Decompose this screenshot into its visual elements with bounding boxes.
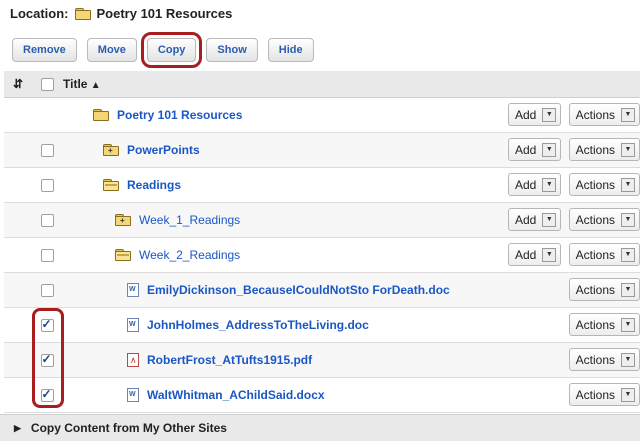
add-dropdown[interactable]: Add ▼ [507, 243, 562, 266]
row-checkbox[interactable] [40, 317, 54, 332]
chevron-down-icon: ▼ [621, 387, 635, 402]
table-row: Readings Add ▼ Actions ▼ [4, 167, 640, 202]
chevron-down-icon: ▼ [621, 177, 635, 192]
chevron-down-icon: ▼ [621, 282, 635, 297]
chevron-down-icon: ▼ [621, 352, 635, 367]
folder-plus-icon[interactable]: + [103, 143, 119, 156]
table-row: Poetry 101 Resources Add ▼ Actions ▼ [4, 97, 640, 132]
row-checkbox[interactable] [40, 178, 54, 192]
add-dropdown[interactable]: Add ▼ [507, 103, 562, 126]
table-row: RobertFrost_AtTufts1915.pdf Actions▼ [4, 342, 640, 377]
item-link[interactable]: Week_1_Readings [139, 213, 240, 227]
chevron-down-icon: ▼ [542, 107, 557, 122]
actions-dropdown[interactable]: Actions ▼ [568, 313, 640, 336]
add-dropdown[interactable]: Add ▼ [507, 173, 562, 196]
chevron-down-icon: ▼ [542, 177, 557, 192]
item-link[interactable]: Readings [127, 178, 181, 192]
select-all-checkbox[interactable] [40, 77, 54, 91]
word-doc-icon [127, 387, 139, 402]
copy-other-sites-section[interactable]: ▶ Copy Content from My Other Sites [0, 414, 640, 441]
add-dropdown[interactable]: Add ▼ [507, 138, 562, 161]
table-header: ⇵ Title ▲ [4, 71, 640, 98]
item-link[interactable]: EmilyDickinson_BecauseICouldNotSto ForDe… [147, 283, 450, 297]
actions-dropdown[interactable]: Actions ▼ [568, 138, 640, 161]
folder-open-icon[interactable] [103, 178, 119, 191]
actions-dropdown[interactable]: Actions ▼ [568, 243, 640, 266]
actions-dropdown[interactable]: Actions ▼ [568, 348, 640, 371]
chevron-down-icon: ▼ [542, 247, 557, 262]
remove-button[interactable]: Remove [12, 38, 77, 62]
item-link[interactable]: WaltWhitman_AChildSaid.docx [147, 388, 325, 402]
row-checkbox[interactable] [40, 213, 54, 227]
select-all-header [32, 71, 62, 98]
hide-button[interactable]: Hide [267, 38, 314, 62]
chevron-down-icon: ▼ [621, 107, 635, 122]
actions-dropdown[interactable]: Actions ▼ [568, 173, 640, 196]
show-button[interactable]: Show [206, 38, 258, 62]
actions-dropdown[interactable]: Actions ▼ [568, 278, 640, 301]
item-link[interactable]: RobertFrost_AtTufts1915.pdf [147, 353, 312, 367]
item-link[interactable]: Week_2_Readings [139, 248, 240, 262]
table-row: Week_2_Readings Add ▼ Actions ▼ [4, 237, 640, 272]
location-value: Poetry 101 Resources [96, 6, 233, 21]
item-link[interactable]: JohnHolmes_AddressToTheLiving.doc [147, 318, 369, 332]
table-row: JohnHolmes_AddressToTheLiving.doc Action… [4, 307, 640, 342]
move-button[interactable]: Move [86, 38, 137, 62]
toolbar: Remove Move Copy Show Hide [12, 32, 314, 68]
pdf-icon [127, 352, 139, 367]
copy-other-sites-label: Copy Content from My Other Sites [30, 421, 227, 435]
item-link[interactable]: Poetry 101 Resources [117, 108, 242, 122]
table-row: WaltWhitman_AChildSaid.docx Actions▼ [4, 377, 640, 412]
chevron-down-icon: ▼ [621, 142, 635, 157]
location-label: Location: [10, 6, 69, 21]
table-row: + PowerPoints Add ▼ Actions ▼ [4, 132, 640, 167]
row-checkbox[interactable] [40, 143, 54, 157]
table-row: + Week_1_Readings Add ▼ Actions ▼ [4, 202, 640, 237]
actions-dropdown[interactable]: Actions ▼ [568, 208, 640, 231]
row-checkbox[interactable] [40, 248, 54, 262]
table-row: EmilyDickinson_BecauseICouldNotSto ForDe… [4, 272, 640, 307]
location-bar: Location: Poetry 101 Resources [10, 6, 232, 21]
folder-open-icon[interactable] [115, 248, 131, 261]
actions-dropdown[interactable]: Actions ▼ [568, 103, 640, 126]
row-checkbox[interactable] [40, 283, 54, 297]
chevron-down-icon: ▼ [621, 247, 635, 262]
actions-dropdown[interactable]: Actions ▼ [568, 383, 640, 406]
folder-icon [74, 7, 91, 20]
sort-ascending-icon: ▲ [90, 79, 101, 91]
title-header[interactable]: Title ▲ [62, 71, 499, 98]
copy-button[interactable]: Copy [140, 32, 203, 68]
chevron-down-icon: ▼ [621, 317, 635, 332]
row-checkbox[interactable] [40, 387, 54, 402]
row-checkbox[interactable] [40, 352, 54, 367]
add-dropdown[interactable]: Add ▼ [507, 208, 562, 231]
expand-triangle-icon[interactable]: ▶ [14, 423, 21, 434]
item-link[interactable]: PowerPoints [127, 143, 200, 157]
chevron-down-icon: ▼ [542, 142, 557, 157]
folder-plus-icon[interactable]: + [115, 213, 131, 226]
chevron-down-icon: ▼ [542, 212, 557, 227]
sort-arrows-icon: ⇵ [12, 76, 24, 91]
reorder-header[interactable]: ⇵ [4, 71, 32, 98]
word-doc-icon [127, 282, 139, 297]
folder-icon [93, 108, 109, 121]
word-doc-icon [127, 317, 139, 332]
chevron-down-icon: ▼ [621, 212, 635, 227]
resources-table: ⇵ Title ▲ Poetry 101 Resources Add ▼ Acti… [4, 71, 640, 413]
